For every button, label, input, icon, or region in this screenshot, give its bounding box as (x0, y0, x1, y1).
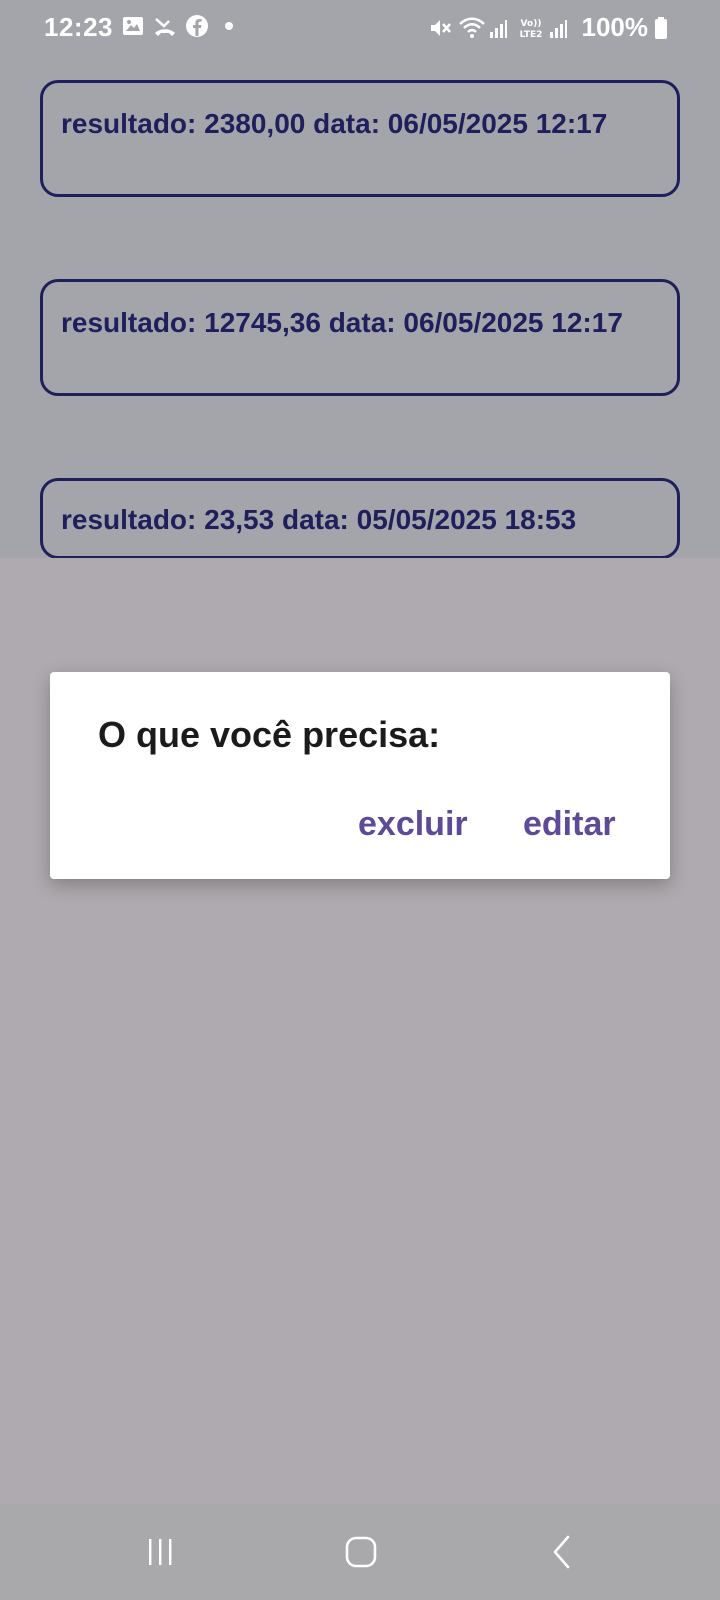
results-list-clip: resultado: 23,53 data: 05/05/2025 18:53 (0, 0, 720, 558)
delete-button[interactable]: excluir (358, 805, 468, 844)
edit-button[interactable]: editar (523, 805, 616, 844)
home-button[interactable] (339, 1530, 383, 1574)
action-dialog: O que você precisa: excluir editar (50, 672, 670, 879)
result-text: resultado: 23,53 data: 05/05/2025 18:53 (61, 504, 577, 535)
dialog-title: O que você precisa: (98, 714, 441, 755)
recents-button[interactable] (138, 1530, 182, 1574)
back-button[interactable] (540, 1530, 584, 1574)
back-icon (553, 1535, 570, 1569)
home-icon (345, 1536, 377, 1568)
recents-icon (149, 1539, 172, 1565)
navigation-bar (0, 1504, 720, 1600)
result-card[interactable]: resultado: 23,53 data: 05/05/2025 18:53 (40, 478, 680, 558)
